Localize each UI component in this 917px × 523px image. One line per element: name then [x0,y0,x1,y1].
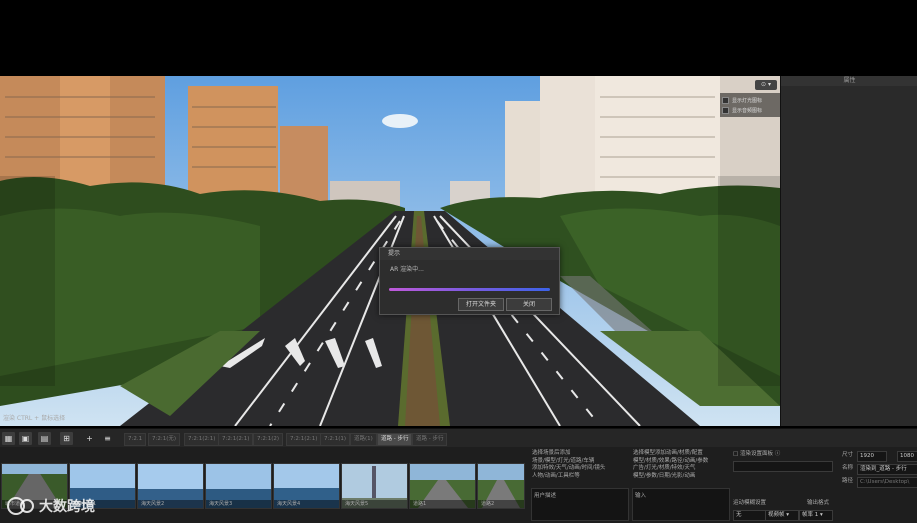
properties-panel: 属性 [780,76,917,426]
hint-text-mid: 选择模型添加动画/材质/配置 模型/材质/效果/路径/动画/参数 广告/灯光/材… [633,450,727,480]
watermark-logo: 大数跨境 [6,492,95,520]
overlay-item-audio[interactable]: 显示音频图标 [722,105,780,115]
tab-shot-10[interactable]: 道路 - 步行 [412,433,448,446]
slider-field[interactable] [733,461,833,472]
timeline-toolbar: ▦ ▣ ▤ ⊞ + ≡ 7:2.1 7:2:1(无) 7:2:1(2:1) 7:… [0,428,917,448]
thumbnail-caption: 道路1 [410,500,475,508]
thumbnail-sea[interactable]: 海天风景3 [205,463,272,509]
tab-shot-8[interactable]: 道路(1) [350,433,377,446]
render-progress-dialog: 提示 AR 渲染中... 打开文件夹 关闭 [379,247,560,315]
tab-shot-active[interactable]: 道路 - 步行 [377,433,413,446]
properties-panel-title: 属性 [781,76,917,86]
size-label: 尺寸 [842,452,854,458]
camera-icon: ⊙ ▾ [761,81,771,88]
input-textarea[interactable]: 输入 [632,488,730,521]
hint-line: 添加特效/天气/动画/时间/镜头 [532,465,606,471]
viewport-overlay-list: 显示灯光图标 显示音频图标 [720,93,782,117]
progress-bar [389,288,550,291]
tab-shot-2[interactable]: 7:2:1(无) [148,433,180,446]
hint-text-left: 选择场景后添加 场景/模型/灯光/道路/车辆 添加特效/天气/动画/时间/镜头 … [532,450,626,480]
thumbnail-caption: 海天风景5 [342,500,407,508]
checkbox-icon [722,106,729,114]
thumbnail-sea[interactable]: 海天风景2 [137,463,204,509]
name-input[interactable]: 渲染到_道路 - 步行 [857,464,917,475]
thumbnail-caption: 海天风景4 [274,500,339,508]
tab-shot-3[interactable]: 7:2:1(2:1) [184,433,220,446]
viewport-options-button[interactable]: ⊙ ▾ [755,80,777,90]
tab-shot-1[interactable]: 7:2.1 [124,433,147,446]
tab-shot-7[interactable]: 7:2:1(1) [320,433,350,446]
image-icon[interactable]: ▣ [19,432,32,445]
thumbnail-pole[interactable]: 海天风景5 [341,463,408,509]
hint-line: 模型/参数/日期/光影/动画 [633,472,696,479]
add-icon[interactable]: + [83,432,96,445]
dialog-message: AR 渲染中... [390,266,424,273]
close-button[interactable]: 关闭 [506,298,552,311]
mode-select[interactable]: 视频帧 ▾ [765,510,799,521]
thumbnail-caption: 道路2 [478,500,524,508]
tab-shot-5[interactable]: 7:2:1(2) [253,433,283,446]
height-input[interactable]: 1080 [897,451,917,462]
status-line: 渲染 CTRL + 鼠标选择 [3,415,66,422]
path-label: 路径 [842,478,854,484]
watermark-logo-icon [7,497,34,515]
grid-icon[interactable]: ▦ [2,432,15,445]
thumbnail-road2[interactable]: 道路2 [477,463,525,509]
layers-icon[interactable]: ▤ [38,432,51,445]
hint-line: 广告/灯光/材质/特效/天气 [633,465,696,471]
hint-title: 选择模型添加动画/材质/配置 [633,450,703,456]
hint-line: 模型/材质/效果/路径/动画/参数 [633,457,709,464]
dialog-title: 提示 [380,248,559,260]
path-input[interactable]: C:\Users\Desktop\ [857,477,917,488]
mode-label: 输出格式 [807,500,830,506]
export-icon[interactable]: ⊞ [60,432,73,445]
tab-shot-4[interactable]: 7:2:1(2:1) [218,433,254,446]
overlay-item-label: 显示灯光图标 [732,97,763,104]
quality-label: 运动模糊设置 [733,500,767,506]
overlay-item-label: 显示音频图标 [732,107,763,114]
width-input[interactable]: 1920 [857,451,887,462]
name-label: 名称 [842,465,854,471]
description-textarea[interactable]: 用户描述 [531,488,629,521]
hint-title: 选择场景后添加 [532,450,571,456]
thumbnail-caption: 海天风景3 [206,500,271,508]
thumbnail-caption: 海天风景2 [138,500,203,508]
checkbox-icon [722,96,729,104]
hint-line: 场景/模型/灯光/道路/车辆 [532,457,595,464]
fps-select[interactable]: 帧率 1 ▾ [799,510,833,521]
open-folder-button[interactable]: 打开文件夹 [458,298,504,311]
watermark-text: 大数跨境 [39,499,95,515]
thumbnail-sea[interactable]: 海天风景4 [273,463,340,509]
hint-line: 人物/动画/工具栏等 [532,472,580,479]
thumbnail-road2[interactable]: 道路1 [409,463,476,509]
render-settings-checkbox[interactable]: □ 渲染设置面板 ⓘ [733,450,780,459]
overlay-item-lights[interactable]: 显示灯光图标 [722,95,780,105]
tab-shot-6[interactable]: 7:2:1(2:1) [286,433,322,446]
list-icon[interactable]: ≡ [101,432,114,445]
asset-panel: 城市道路 海天风景1 海天风景2 海天风景3 海天风景4 海天风景5 道路1 道… [0,447,917,523]
